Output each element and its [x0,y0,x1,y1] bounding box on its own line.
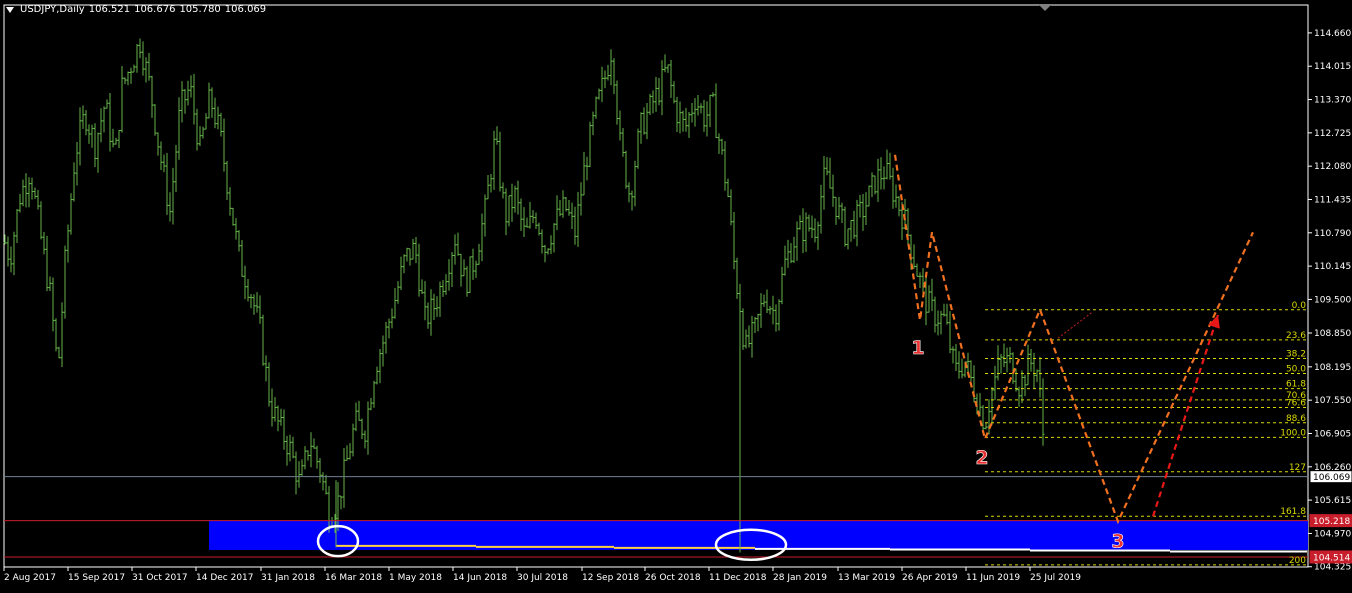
y-tick-label: 114.660 [1314,29,1351,39]
chart-background [0,0,1352,589]
fib-level-label: 100.0 [1280,428,1306,438]
wave-marker-3: 3 [1111,531,1124,553]
chart-header: USDJPY,Daily 106.521 106.676 105.780 106… [6,4,266,15]
fib-level-label: 50.0 [1286,365,1306,375]
y-tick-label: 110.145 [1314,262,1351,272]
x-tick-label: 15 Sep 2017 [68,573,125,583]
x-tick-label: 25 Jul 2019 [1030,573,1081,583]
x-tick-label: 14 Dec 2017 [196,573,254,583]
x-tick-label: 2 Aug 2017 [4,573,56,583]
y-tick-label: 105.615 [1314,496,1351,506]
low-price: 105.780 [179,4,221,15]
y-tick-label: 113.370 [1314,96,1351,106]
close-price: 106.069 [224,4,267,15]
wave-marker-2: 2 [975,447,988,469]
y-tick-label: 107.550 [1314,396,1351,406]
x-tick-label: 31 Oct 2017 [132,573,188,583]
wave-marker-1: 1 [911,337,924,359]
fib-level-label: 127 [1289,463,1306,473]
fib-level-label: 38.2 [1286,349,1306,359]
y-tick-label: 104.325 [1314,563,1351,573]
lower-price-tag: 104.514 [1313,553,1350,563]
x-tick-label: 26 Oct 2018 [645,573,701,583]
x-tick-label: 11 Dec 2018 [709,573,767,583]
y-tick-label: 110.790 [1314,229,1351,239]
high-price: 106.676 [134,4,176,15]
fib-level-label: 0.0 [1292,301,1307,311]
x-tick-label: 30 Jul 2018 [517,573,568,583]
x-tick-label: 13 Mar 2019 [838,573,895,583]
fib-level-label: 61.8 [1286,380,1306,390]
y-tick-label: 112.080 [1314,162,1351,172]
fib-level-label: 161.8 [1280,507,1306,517]
current-price-tag: 106.069 [1313,473,1350,483]
chart-area[interactable]: 0.0 23.6 38.2 50.0 61.8 70.6 76.6 88.6 100.0 127 1… [0,0,1352,589]
x-tick-label: 12 Sep 2018 [582,573,639,583]
x-tick-label: 26 Apr 2019 [902,573,958,583]
chevron-down-icon[interactable] [6,6,14,13]
y-tick-label: 109.500 [1314,295,1351,305]
fib-level-label: 76.6 [1286,398,1306,408]
open-price: 106.521 [88,4,131,15]
fib-level-label: 200 [1289,556,1306,566]
symbol-label: USDJPY,Daily [20,4,85,15]
x-tick-label: 28 Jan 2019 [773,573,827,583]
x-tick-label: 1 May 2018 [389,573,442,583]
x-tick-label: 14 Jun 2018 [453,573,507,583]
y-tick-label: 112.725 [1314,129,1351,139]
x-tick-label: 11 Jun 2019 [966,573,1020,583]
upper-price-tag: 105.218 [1313,517,1350,527]
y-tick-label: 104.970 [1314,529,1351,539]
y-tick-label: 108.195 [1314,363,1351,373]
price-chart[interactable]: 0.023.638.250.061.870.676.688.6100.01271… [0,0,1352,589]
fib-level-label: 23.6 [1286,331,1306,341]
y-tick-label: 114.015 [1314,62,1351,72]
x-tick-label: 16 Mar 2018 [325,573,382,583]
x-tick-label: 31 Jan 2018 [261,573,315,583]
y-tick-label: 111.435 [1314,195,1351,205]
y-tick-label: 106.905 [1314,429,1351,439]
y-tick-label: 108.850 [1314,329,1351,339]
fib-level-label: 88.6 [1286,414,1306,424]
